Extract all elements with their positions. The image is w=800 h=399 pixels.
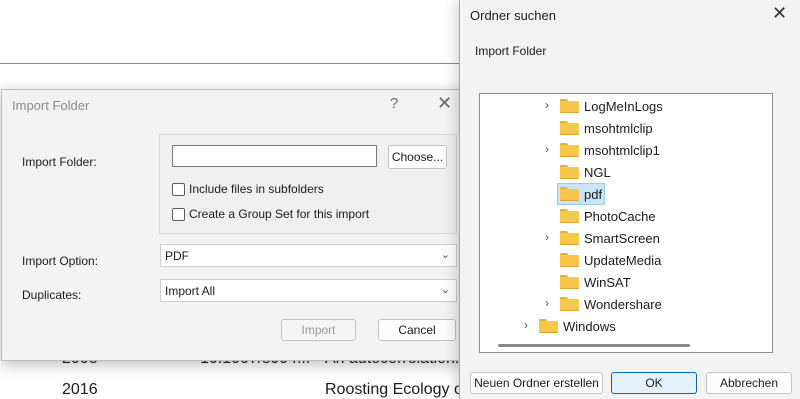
folder-icon (539, 319, 558, 333)
chevron-right-icon[interactable]: › (521, 318, 531, 332)
tree-item-label: SmartScreen (584, 230, 660, 246)
ok-button[interactable]: OK (611, 372, 697, 394)
tree-item-winsat[interactable]: WinSAT (480, 272, 770, 292)
include-subfolders-option[interactable]: Include files in subfolders (172, 182, 324, 196)
duplicates-value: Import All (165, 284, 216, 298)
folder-icon (560, 165, 579, 179)
tree-item-wondershare[interactable]: › Wondershare (480, 294, 770, 314)
tree-item-logmeinlogs[interactable]: › LogMeInLogs (480, 96, 770, 116)
chevron-right-icon[interactable]: › (542, 230, 552, 244)
import-option-label: Import Option: (22, 254, 99, 268)
tree-item-label: Wondershare (584, 296, 662, 312)
import-folder-dialog: Import Folder ? ✕ Import Folder: Choose.… (1, 89, 465, 361)
cancel-button[interactable]: Abbrechen (706, 372, 792, 394)
group-set-label: Create a Group Set for this import (189, 207, 370, 221)
duplicates-select[interactable]: Import All ⌄ (160, 279, 457, 302)
folder-icon (560, 253, 579, 267)
group-set-option[interactable]: Create a Group Set for this import (172, 207, 369, 221)
tree-item-msohtmlclip1[interactable]: › msohtmlclip1 (480, 140, 770, 160)
folder-icon (560, 209, 579, 223)
folder-icon (560, 187, 579, 201)
import-folder-label: Import Folder: (22, 155, 97, 169)
tree-item-smartscreen[interactable]: › SmartScreen (480, 228, 770, 248)
title-cell: Roosting Ecology o (325, 381, 463, 398)
include-subfolders-label: Include files in subfolders (189, 182, 324, 196)
horizontal-scrollbar[interactable] (498, 344, 690, 347)
dialog-title: Ordner suchen (470, 8, 556, 23)
new-folder-button[interactable]: Neuen Ordner erstellen (470, 372, 603, 394)
tree-item-label: NGL (584, 164, 611, 180)
tree-item-label: UpdateMedia (584, 252, 662, 268)
chevron-right-icon[interactable]: › (542, 142, 552, 156)
help-icon[interactable]: ? (390, 95, 398, 112)
tree-item-label: Windows (563, 318, 616, 334)
tree-item-pdf[interactable]: pdf (557, 183, 605, 205)
close-icon[interactable]: ✕ (772, 3, 787, 24)
tree-item-windows[interactable]: › Windows (480, 316, 770, 336)
chevron-down-icon: ⌄ (440, 284, 450, 296)
import-option-select[interactable]: PDF ⌄ (160, 244, 457, 267)
import-button[interactable]: Import (281, 319, 356, 341)
dialog-title: Import Folder (12, 98, 90, 113)
group-set-checkbox[interactable] (172, 207, 185, 221)
choose-button[interactable]: Choose... (388, 145, 447, 169)
tree-item-label: WinSAT (584, 274, 631, 290)
tree-item-ngl[interactable]: NGL (480, 162, 770, 182)
include-subfolders-checkbox[interactable] (172, 182, 185, 196)
duplicates-label: Duplicates: (22, 288, 82, 302)
folder-icon (560, 297, 579, 311)
tree-item-label: msohtmlclip1 (584, 142, 660, 158)
tree-item-msohtmlclip[interactable]: msohtmlclip (480, 118, 770, 138)
dialog-description: Import Folder (475, 44, 547, 58)
chevron-right-icon[interactable]: › (542, 98, 552, 112)
folder-icon (560, 275, 579, 289)
close-icon[interactable]: ✕ (437, 93, 452, 114)
tree-item-label: PhotoCache (584, 208, 656, 224)
chevron-down-icon: ⌄ (440, 249, 450, 261)
year-cell: 2016 (62, 381, 98, 398)
tree-item-label: msohtmlclip (584, 120, 653, 136)
folder-icon (560, 143, 579, 157)
folder-icon (560, 231, 579, 245)
folder-icon (560, 121, 579, 135)
chevron-right-icon[interactable]: › (542, 296, 552, 310)
tree-item-photocache[interactable]: PhotoCache (480, 206, 770, 226)
import-option-value: PDF (165, 249, 189, 263)
table-row[interactable]: 2016 Roosting Ecology o (0, 378, 463, 399)
tree-item-label: pdf (584, 186, 603, 202)
folder-icon (560, 99, 579, 113)
tree-item-updatemedia[interactable]: UpdateMedia (480, 250, 770, 270)
cancel-button[interactable]: Cancel (378, 319, 456, 341)
folder-browser-dialog: Ordner suchen ✕ Import Folder › LogMeInL… (459, 0, 800, 399)
tree-item-label: LogMeInLogs (584, 98, 663, 114)
folder-tree[interactable]: › LogMeInLogs msohtmlclip › msohtmlclip1… (479, 93, 773, 353)
import-folder-input[interactable] (172, 145, 377, 167)
